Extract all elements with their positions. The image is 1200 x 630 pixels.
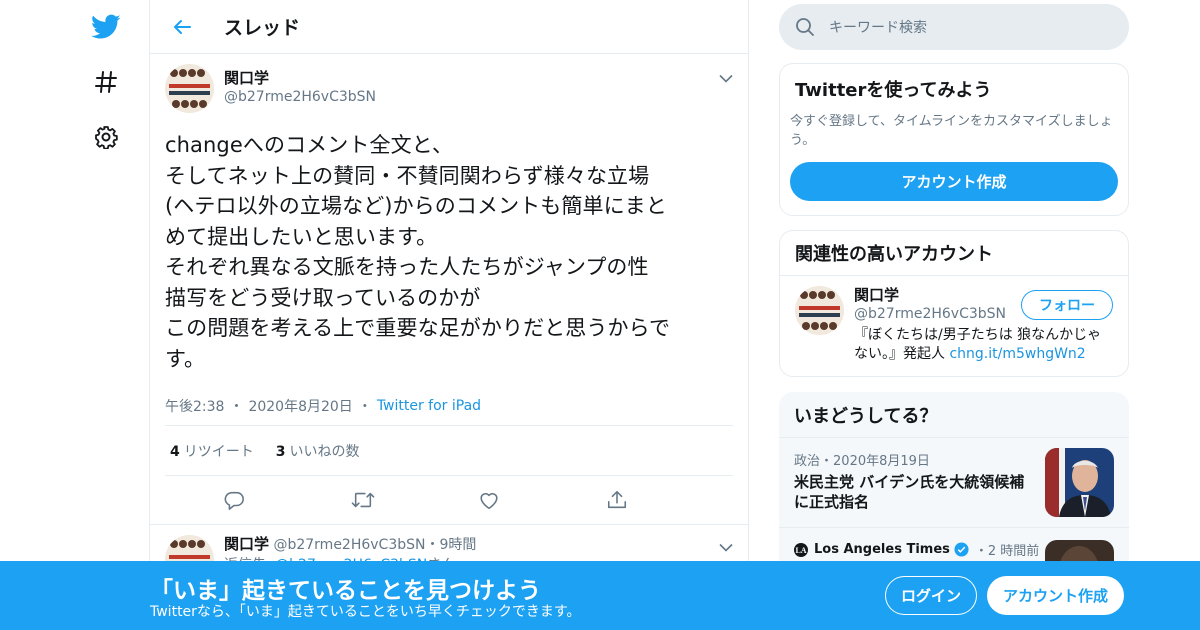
like-icon xyxy=(480,493,498,510)
banner-create-account-button[interactable]: アカウント作成 xyxy=(987,576,1124,615)
avatar-image xyxy=(795,286,844,335)
tweet-date[interactable]: 2020年8月20日 xyxy=(248,396,352,416)
retweet-stat[interactable]: 4 リツイート xyxy=(170,441,254,461)
twitter-bird-icon xyxy=(91,14,121,39)
chevron-down-icon xyxy=(719,74,733,83)
meta-separator: ・ xyxy=(229,398,244,415)
reply-header: 関口学 @b27rme2H6vC3bSN・9時間 xyxy=(224,535,476,555)
back-arrow-icon xyxy=(174,19,191,34)
like-count: 3 xyxy=(275,443,286,460)
tweet-stats: 4 リツイート 3 いいねの数 xyxy=(165,426,733,476)
tweet-source-link[interactable]: Twitter for iPad xyxy=(377,398,481,414)
trend-time: 2 時間前 xyxy=(987,544,1040,559)
signup-card: Twitterを使ってみよう 今すぐ登録して、タイムラインをカスタマイズしましょ… xyxy=(779,63,1129,216)
avatar-image xyxy=(165,64,214,113)
display-name[interactable]: 関口学 xyxy=(224,535,269,553)
user-handle[interactable]: @b27rme2H6vC3bSN xyxy=(273,537,425,553)
svg-text:LA: LA xyxy=(795,546,806,555)
account-bio-link[interactable]: chng.it/m5whgWn2 xyxy=(949,346,1085,362)
settings-button[interactable] xyxy=(78,113,134,161)
thread-column: スレッド 関口学 @b27rme2H6vC3bSN changeへのコメント全文… xyxy=(149,0,749,630)
tweet-meta: 午後2:38 ・ 2020年8月20日 ・ Twitter for iPad xyxy=(165,386,733,426)
tweet-menu-button[interactable] xyxy=(716,68,736,88)
trend-date: 2020年8月19日 xyxy=(833,454,930,469)
related-accounts-card: 関連性の高いアカウント 関口学 @b27rme2H6vC3bSN フォロー 『ぼ… xyxy=(779,230,1129,377)
source-logo-icon: LA xyxy=(794,542,808,557)
page: スレッド 関口学 @b27rme2H6vC3bSN changeへのコメント全文… xyxy=(0,0,1200,630)
settings-gear-icon xyxy=(95,126,118,149)
meta-separator: ・ xyxy=(820,454,834,469)
trends-title: いまどうしてる？ xyxy=(794,405,938,427)
trend-source-name: Los Angeles Times xyxy=(814,542,950,557)
trend-category: 政治 xyxy=(794,454,821,469)
signup-card-description: 今すぐ登録して、タイムラインをカスタマイズしましょう。 xyxy=(790,114,1113,148)
login-button[interactable]: ログイン xyxy=(885,576,977,615)
right-sidebar: キーワード検索 Twitterを使ってみよう 今すぐ登録して、タイムラインをカス… xyxy=(779,0,1129,592)
left-nav xyxy=(78,0,134,630)
thread-header: スレッド xyxy=(150,0,748,54)
account-bio: 『ぼくたちは/男子たちは 狼なんかじゃない。』発起人 chng.it/m5whg… xyxy=(854,326,1113,364)
display-name[interactable]: 関口学 xyxy=(224,69,376,88)
banner-subtitle: Twitterなら、「いま」起きていることをいち早くチェックできます。 xyxy=(150,604,581,620)
explore-button[interactable] xyxy=(78,58,134,106)
reply-icon xyxy=(224,491,244,510)
reply-time[interactable]: 9時間 xyxy=(440,537,477,553)
search-input[interactable]: キーワード検索 xyxy=(829,17,927,37)
like-stat[interactable]: 3 いいねの数 xyxy=(276,441,360,461)
main-tweet: 関口学 @b27rme2H6vC3bSN changeへのコメント全文と、 そし… xyxy=(150,54,748,525)
banner-title: 「いま」起きていることを見つけよう xyxy=(150,578,541,604)
trend-thumbnail-image xyxy=(1045,448,1114,517)
tweet-actions xyxy=(165,476,733,524)
trend-item[interactable]: 政治・2020年8月19日 米民主党 バイデン氏を大統領候補に正式指名 xyxy=(779,438,1129,528)
share-button[interactable] xyxy=(606,483,734,517)
verified-badge-icon xyxy=(954,542,969,557)
related-accounts-title: 関連性の高いアカウント xyxy=(795,244,993,265)
share-icon xyxy=(607,490,626,509)
create-account-button[interactable]: アカウント作成 xyxy=(790,162,1118,201)
search-box[interactable]: キーワード検索 xyxy=(779,4,1129,50)
avatar[interactable] xyxy=(795,286,844,335)
back-button[interactable] xyxy=(160,5,204,49)
reply-button[interactable] xyxy=(223,483,351,517)
signup-banner: 「いま」起きていることを見つけよう Twitterなら、「いま」起きていることを… xyxy=(0,561,1200,630)
twitter-home-button[interactable] xyxy=(78,3,134,51)
meta-separator: ・ xyxy=(425,537,440,553)
retweet-count: 4 xyxy=(170,443,180,460)
related-account-item[interactable]: 関口学 @b27rme2H6vC3bSN フォロー 『ぼくたちは/男子たちは 狼… xyxy=(780,276,1128,374)
like-button[interactable] xyxy=(478,483,606,517)
page-title: スレッド xyxy=(224,17,301,39)
retweet-button[interactable] xyxy=(351,483,479,517)
tweet-menu-button[interactable] xyxy=(716,537,736,557)
hashtag-icon xyxy=(95,71,117,93)
trend-thumbnail xyxy=(1045,448,1114,517)
meta-separator: ・ xyxy=(974,544,988,559)
meta-separator: ・ xyxy=(357,398,372,415)
follow-button[interactable]: フォロー xyxy=(1021,290,1113,320)
avatar[interactable] xyxy=(165,64,214,113)
retweet-icon xyxy=(351,492,374,508)
retweet-label: リツイート xyxy=(183,443,254,460)
like-label: いいねの数 xyxy=(289,443,360,460)
tweet-text: changeへのコメント全文と、 そしてネット上の賛同・不賛同関わらず様々な立場… xyxy=(165,133,671,371)
search-icon xyxy=(796,18,814,36)
chevron-down-icon xyxy=(719,543,733,552)
signup-card-title: Twitterを使ってみよう xyxy=(795,80,992,101)
trend-title: 米民主党 バイデン氏を大統領候補に正式指名 xyxy=(794,473,1025,511)
user-handle[interactable]: @b27rme2H6vC3bSN xyxy=(224,88,376,107)
tweet-time: 午後2:38 xyxy=(165,398,225,415)
